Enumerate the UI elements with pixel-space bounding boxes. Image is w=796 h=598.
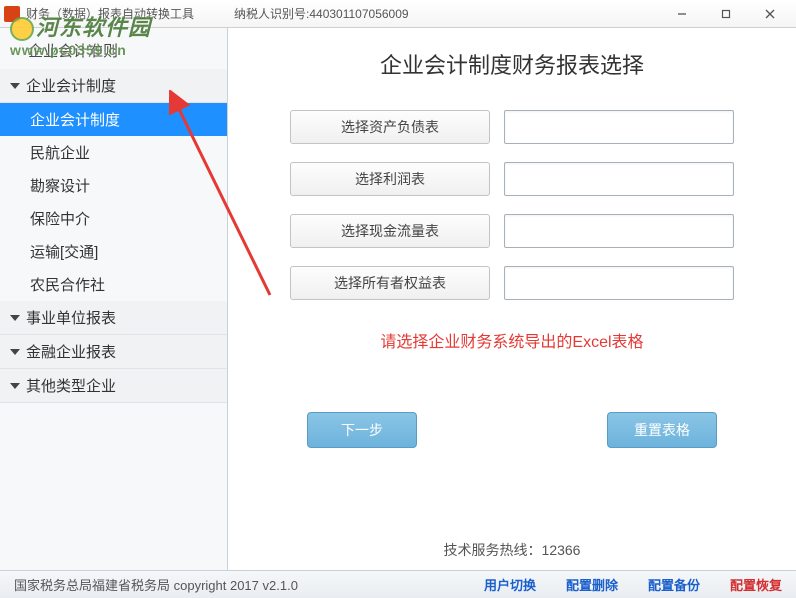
form-row-cash-flow: 选择现金流量表 <box>272 214 752 248</box>
sidebar-item-farmer-coop[interactable]: 农民合作社 <box>0 268 227 301</box>
sidebar-item-insurance-agency[interactable]: 保险中介 <box>0 202 227 235</box>
minimize-button[interactable] <box>660 1 704 27</box>
action-row: 下一步 重置表格 <box>228 412 796 448</box>
sidebar-item-aviation[interactable]: 民航企业 <box>0 136 227 169</box>
sidebar-cat-enterprise-accounting[interactable]: 企业会计制度 <box>0 69 227 103</box>
close-button[interactable] <box>748 1 792 27</box>
taxid-label: 纳税人识别号:440301107056009 <box>234 5 409 22</box>
select-equity-button[interactable]: 选择所有者权益表 <box>290 266 490 300</box>
sidebar-cat-institution[interactable]: 事业单位报表 <box>0 301 227 335</box>
taxid-value: 440301107056009 <box>309 7 408 21</box>
footer-link-user-switch[interactable]: 用户切换 <box>484 575 536 594</box>
hotline-label: 技术服务热线： <box>444 542 542 558</box>
hotline: 技术服务热线：12366 <box>228 540 796 560</box>
footer-copyright: 国家税务总局福建省税务局 copyright 2017 v2.1.0 <box>14 575 454 594</box>
main-panel: 企业会计制度财务报表选择 选择资产负债表 选择利润表 选择现金流量表 选择所有者… <box>228 28 796 570</box>
hotline-number: 12366 <box>542 542 581 558</box>
form-row-income-statement: 选择利润表 <box>272 162 752 196</box>
sidebar-item-survey-design[interactable]: 勘察设计 <box>0 169 227 202</box>
chevron-down-icon <box>10 83 20 89</box>
chevron-down-icon <box>10 383 20 389</box>
sidebar-item-transport[interactable]: 运输[交通] <box>0 235 227 268</box>
footer-link-config-delete[interactable]: 配置删除 <box>566 575 618 594</box>
chevron-down-icon <box>10 349 20 355</box>
chevron-down-icon <box>10 315 20 321</box>
window-title: 财务（数据）报表自动转换工具 <box>26 5 194 22</box>
sidebar-header[interactable]: 企业会计准则 <box>0 28 227 69</box>
next-button[interactable]: 下一步 <box>307 412 417 448</box>
app-icon <box>4 6 20 22</box>
sidebar-cat-financial[interactable]: 金融企业报表 <box>0 335 227 369</box>
footer-link-config-backup[interactable]: 配置备份 <box>648 575 700 594</box>
sidebar: 企业会计准则 企业会计制度 企业会计制度 民航企业 勘察设计 保险中介 运输[交… <box>0 28 228 570</box>
footer: 国家税务总局福建省税务局 copyright 2017 v2.1.0 用户切换 … <box>0 570 796 598</box>
sidebar-cat-label: 其他类型企业 <box>26 375 116 396</box>
form-rows: 选择资产负债表 选择利润表 选择现金流量表 选择所有者权益表 <box>272 110 752 300</box>
select-income-statement-button[interactable]: 选择利润表 <box>290 162 490 196</box>
sidebar-cat-label: 事业单位报表 <box>26 307 116 328</box>
select-balance-sheet-button[interactable]: 选择资产负债表 <box>290 110 490 144</box>
income-statement-path-input[interactable] <box>504 162 734 196</box>
cash-flow-path-input[interactable] <box>504 214 734 248</box>
sidebar-cat-label: 金融企业报表 <box>26 341 116 362</box>
page-title: 企业会计制度财务报表选择 <box>228 48 796 80</box>
sidebar-cat-other[interactable]: 其他类型企业 <box>0 369 227 403</box>
hint-text: 请选择企业财务系统导出的Excel表格 <box>228 328 796 352</box>
sidebar-item-enterprise-accounting[interactable]: 企业会计制度 <box>0 103 227 136</box>
taxid-label-text: 纳税人识别号: <box>234 7 309 21</box>
equity-path-input[interactable] <box>504 266 734 300</box>
form-row-equity: 选择所有者权益表 <box>272 266 752 300</box>
sidebar-cat-label: 企业会计制度 <box>26 75 116 96</box>
maximize-button[interactable] <box>704 1 748 27</box>
titlebar: 财务（数据）报表自动转换工具 纳税人识别号:440301107056009 <box>0 0 796 28</box>
balance-sheet-path-input[interactable] <box>504 110 734 144</box>
reset-button[interactable]: 重置表格 <box>607 412 717 448</box>
select-cash-flow-button[interactable]: 选择现金流量表 <box>290 214 490 248</box>
form-row-balance-sheet: 选择资产负债表 <box>272 110 752 144</box>
footer-link-config-restore[interactable]: 配置恢复 <box>730 575 782 594</box>
